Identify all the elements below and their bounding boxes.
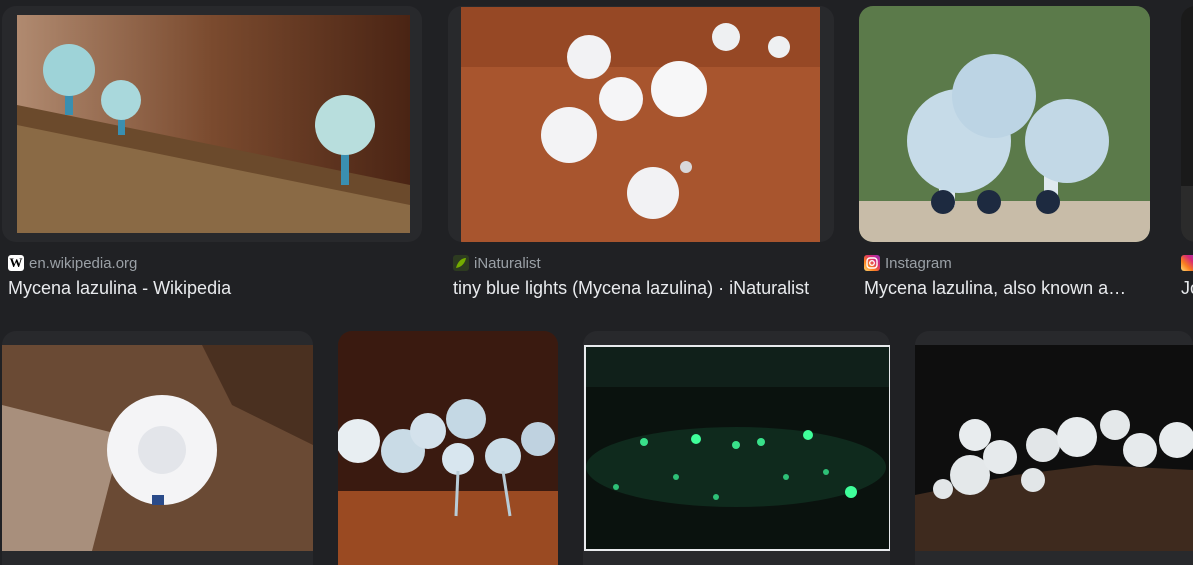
image-thumbnail[interactable] [859, 6, 1150, 242]
image-result-card[interactable] [859, 6, 1150, 242]
image-result-meta[interactable]: W en.wikipedia.org Mycena lazulina - Wik… [8, 254, 423, 299]
image-thumbnail[interactable] [17, 15, 410, 233]
result-title[interactable]: Mycena lazulina - Wikipedia [8, 278, 423, 299]
image-thumbnail[interactable] [915, 345, 1193, 551]
result-source: W en.wikipedia.org [8, 254, 423, 272]
source-label: en.wikipedia.org [29, 254, 138, 272]
image-result-card[interactable] [583, 331, 890, 565]
inaturalist-icon [453, 255, 469, 271]
image-result-meta[interactable]: iNaturalist tiny blue lights (Mycena laz… [453, 254, 838, 299]
image-result-card[interactable] [448, 6, 834, 242]
image-result-card[interactable] [338, 331, 558, 565]
result-title[interactable]: Jo [1181, 278, 1193, 299]
result-source: iNaturalist [453, 254, 838, 272]
image-result-card[interactable] [2, 6, 422, 242]
wikipedia-icon: W [8, 255, 24, 271]
instagram-icon [864, 255, 880, 271]
image-result-card[interactable] [1181, 6, 1193, 242]
source-label: Instagram [885, 254, 952, 272]
result-title[interactable]: tiny blue lights (Mycena lazulina) · iNa… [453, 278, 838, 299]
image-result-meta[interactable]: Instagram Mycena lazulina, also known a… [864, 254, 1142, 299]
image-thumbnail[interactable] [584, 345, 890, 551]
image-result-card[interactable] [2, 331, 313, 565]
result-source: Instagram [864, 254, 1142, 272]
instagram-icon [1181, 255, 1193, 271]
image-thumbnail[interactable] [2, 345, 313, 551]
image-thumbnail[interactable] [461, 7, 820, 242]
result-source [1181, 254, 1193, 272]
result-title[interactable]: Mycena lazulina, also known a… [864, 278, 1142, 299]
image-result-meta[interactable]: Jo [1181, 254, 1193, 299]
image-thumbnail[interactable] [1181, 6, 1193, 242]
image-results-grid: W en.wikipedia.org Mycena lazulina - Wik… [0, 0, 1193, 565]
image-thumbnail[interactable] [338, 331, 558, 565]
source-label: iNaturalist [474, 254, 541, 272]
image-result-card[interactable] [915, 331, 1193, 565]
